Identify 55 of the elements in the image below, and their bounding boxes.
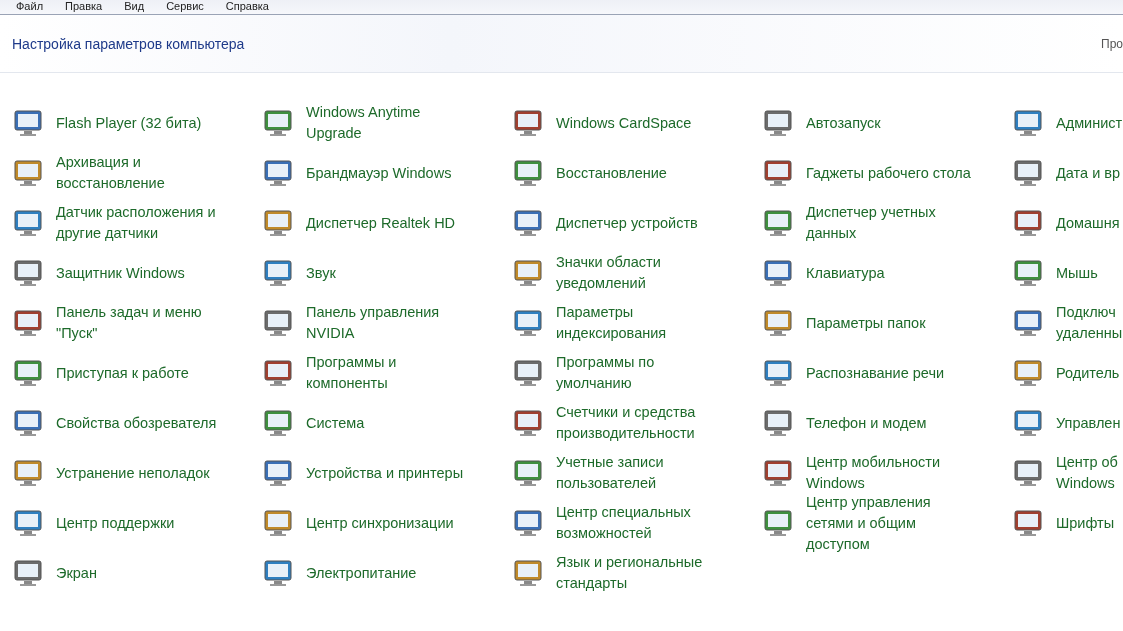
control-panel-link[interactable]: Телефон и модем (806, 412, 927, 434)
control-panel-link[interactable]: Подключ удаленны (1056, 302, 1123, 344)
control-panel-link[interactable]: Параметры папок (806, 312, 926, 334)
control-panel-link[interactable]: Центр управления сетями и общим доступом (806, 491, 978, 555)
control-panel-link[interactable]: Мышь (1056, 262, 1098, 284)
control-panel-link[interactable]: Устранение неполадок (56, 462, 210, 484)
control-panel-link[interactable]: Программы и компоненты (306, 352, 478, 394)
menu-item[interactable]: Правка (65, 0, 103, 14)
control-panel-link[interactable]: Центр поддержки (56, 512, 175, 534)
control-panel-link[interactable]: Диспетчер устройств (556, 212, 698, 234)
control-panel-link[interactable]: Центр об Windows (1056, 452, 1118, 494)
page-title: Настройка параметров компьютера (12, 35, 245, 52)
control-panel-link[interactable]: Система (306, 412, 365, 434)
control-panel-link[interactable]: Гаджеты рабочего стола (806, 162, 971, 184)
view-by-label: Про (1101, 36, 1123, 51)
control-panel-link[interactable]: Диспетчер Realtek HD (306, 212, 456, 234)
control-panel-link[interactable]: Домашня (1056, 212, 1120, 234)
control-panel-link[interactable]: Брандмауэр Windows (306, 162, 452, 184)
control-panel-link[interactable]: Счетчики и средства производительности (556, 402, 728, 444)
menu-item[interactable]: Вид (124, 0, 145, 14)
control-panel-link[interactable]: Значки области уведомлений (556, 252, 728, 294)
control-panel-link[interactable]: Приступая к работе (56, 362, 189, 384)
control-panel-link[interactable]: Windows CardSpace (556, 112, 692, 134)
control-panel-link[interactable]: Электропитание (306, 562, 417, 584)
menu-item[interactable]: Справка (225, 0, 269, 14)
control-panel-link[interactable]: Windows Anytime Upgrade (306, 102, 478, 144)
control-panel-link[interactable]: Панель управления NVIDIA (306, 302, 478, 344)
control-panel-link[interactable]: Шрифты (1056, 512, 1115, 534)
control-panel-link[interactable]: Датчик расположения и другие датчики (56, 202, 228, 244)
control-panel-link[interactable]: Диспетчер учетных данных (806, 202, 978, 244)
control-panel-link[interactable]: Родитель (1056, 362, 1120, 384)
control-panel-link[interactable]: Дата и вр (1056, 162, 1121, 184)
control-panel-link[interactable]: Экран (56, 562, 97, 584)
control-panel-link[interactable]: Распознавание речи (806, 362, 945, 384)
control-panel-link[interactable]: Параметры индексирования (556, 302, 728, 344)
control-panel-link[interactable]: Звук (306, 262, 336, 284)
control-panel-link[interactable]: Защитник Windows (56, 262, 185, 284)
control-panel-link[interactable]: Учетные записи пользователей (556, 452, 728, 494)
control-panel-link[interactable]: Центр специальных возможностей (556, 502, 728, 544)
control-panel-link[interactable]: Свойства обозревателя (56, 412, 217, 434)
menu-item[interactable]: Сервис (166, 0, 204, 14)
control-panel-link[interactable]: Архивация и восстановление (56, 152, 228, 194)
menu-item[interactable]: Файл (16, 0, 44, 14)
control-panel-link[interactable]: Управлен (1056, 412, 1121, 434)
control-panel-link[interactable]: Панель задач и меню "Пуск" (56, 302, 228, 344)
control-panel-link[interactable]: Центр синхронизации (306, 512, 454, 534)
control-panel-link[interactable]: Программы по умолчанию (556, 352, 728, 394)
control-panel-link[interactable]: Устройства и принтеры (306, 462, 464, 484)
control-panel-link[interactable]: Восстановление (556, 162, 667, 184)
control-panel-link[interactable]: Клавиатура (806, 262, 885, 284)
control-panel-link[interactable]: Автозапуск (806, 112, 881, 134)
control-panel-link[interactable]: Админист (1056, 112, 1123, 134)
control-panel-link[interactable]: Flash Player (32 бита) (56, 112, 202, 134)
control-panel-link[interactable]: Центр мобильности Windows (806, 452, 978, 494)
control-panel-link[interactable]: Язык и региональные стандарты (556, 552, 728, 594)
